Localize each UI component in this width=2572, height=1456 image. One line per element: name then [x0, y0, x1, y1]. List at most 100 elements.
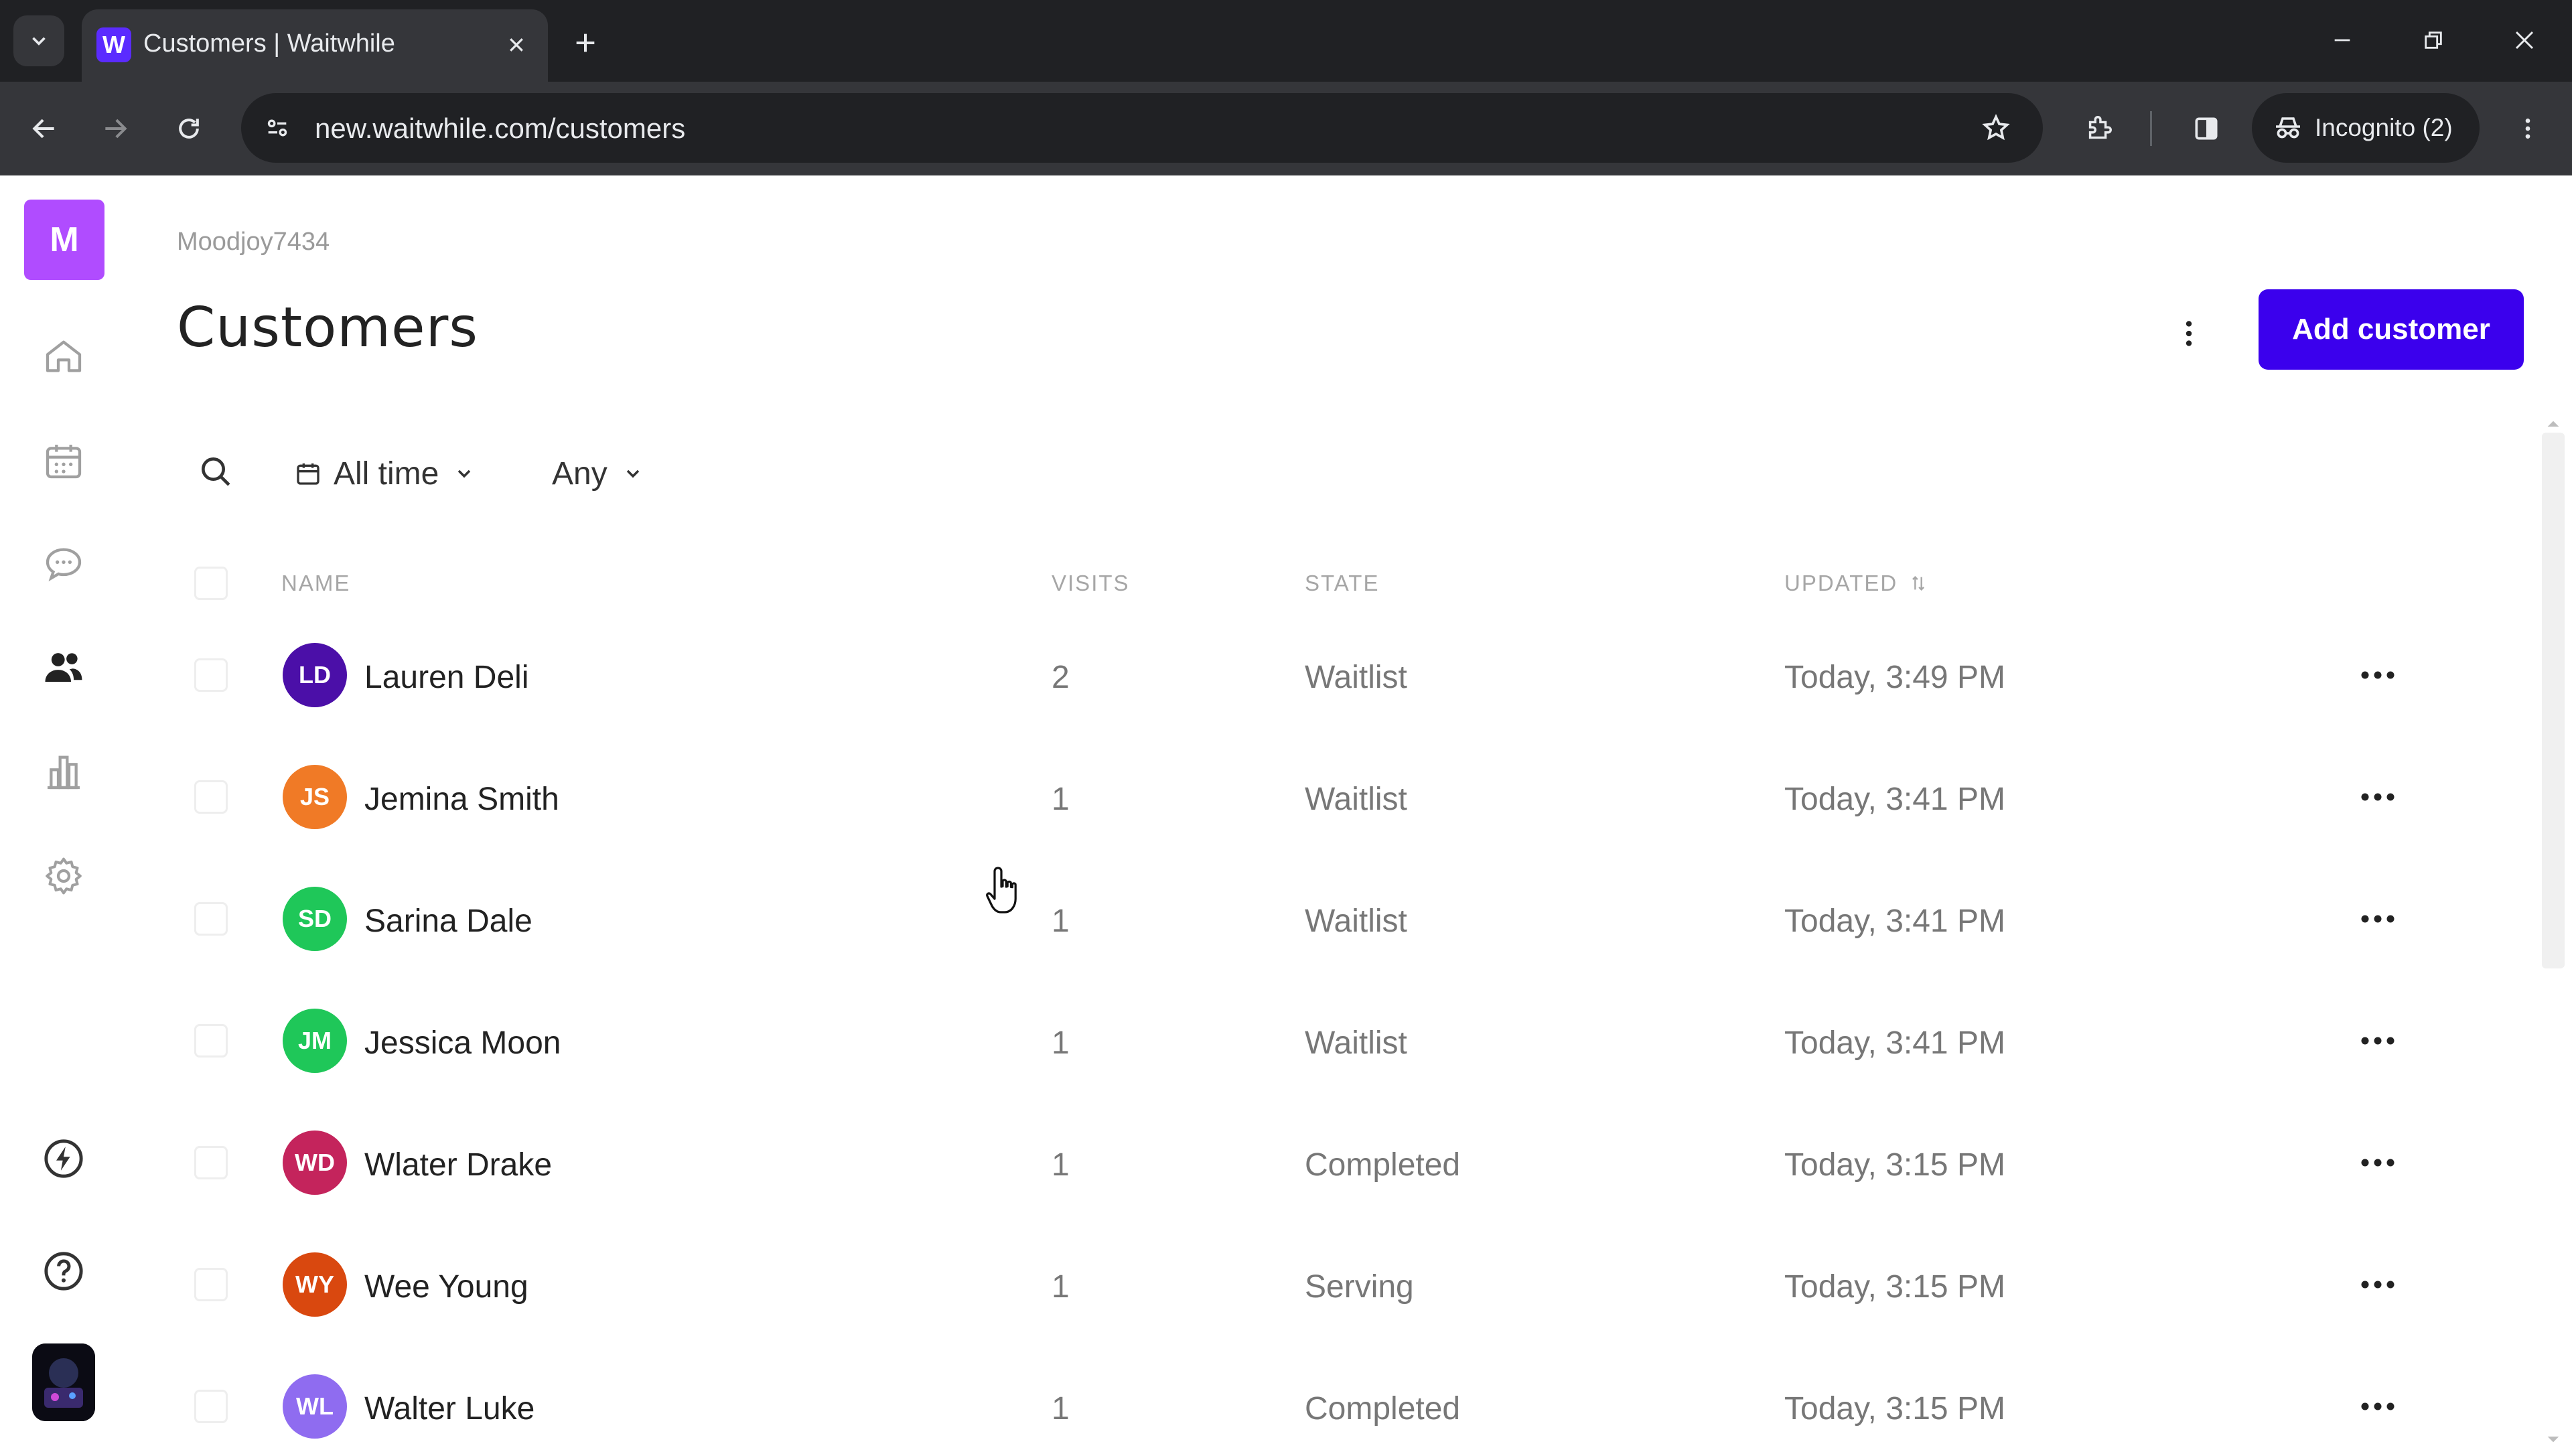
customer-visits: 2 [1052, 660, 1070, 695]
customer-name[interactable]: Walter Luke [364, 1390, 534, 1427]
add-customer-button[interactable]: Add customer [2259, 289, 2524, 370]
row-checkbox[interactable] [194, 1024, 228, 1058]
tab-search-button[interactable] [13, 15, 64, 66]
sidebar-item-messages[interactable] [37, 537, 90, 591]
browser-menu-button[interactable] [2502, 103, 2553, 154]
sidebar-item-home[interactable] [37, 330, 90, 383]
customer-updated: Today, 3:15 PM [1784, 1269, 2005, 1305]
sidebar-item-analytics[interactable] [37, 745, 90, 798]
chevron-down-icon [458, 469, 471, 478]
chevron-down-icon [626, 469, 639, 478]
row-checkbox[interactable] [194, 658, 228, 692]
browser-tab-active[interactable]: W Customers | Waitwhile [82, 9, 548, 82]
customer-name[interactable]: Sarina Dale [364, 903, 532, 940]
site-info-button[interactable] [257, 108, 297, 148]
more-horizontal-icon [2361, 915, 2395, 923]
user-avatar[interactable] [32, 1343, 95, 1421]
table-row[interactable]: JS Jemina Smith 1 Waitlist Today, 3:41 PM [194, 739, 2472, 847]
customer-state: Waitlist [1305, 903, 1407, 939]
row-more-button[interactable] [2351, 777, 2405, 817]
workspace-badge[interactable]: M [24, 200, 104, 280]
arrow-left-icon [32, 119, 54, 139]
customer-updated: Today, 3:49 PM [1784, 660, 2005, 695]
column-header-visits[interactable]: VISITS [1052, 571, 1130, 596]
table-row[interactable]: SD Sarina Dale 1 Waitlist Today, 3:41 PM [194, 861, 2472, 968]
column-header-updated[interactable]: UPDATED [1784, 571, 1928, 596]
table-row[interactable]: WL Walter Luke 1 Completed Today, 3:15 PM [194, 1349, 2472, 1456]
bookmark-button[interactable] [1976, 108, 2016, 148]
sidebar: M [0, 175, 127, 1447]
row-more-button[interactable] [2351, 655, 2405, 695]
state-filter-dropdown[interactable]: Any [552, 450, 644, 497]
sidebar-item-help[interactable] [37, 1244, 90, 1298]
customer-updated: Today, 3:15 PM [1784, 1391, 2005, 1427]
more-horizontal-icon [2361, 793, 2395, 801]
extensions-button[interactable] [2074, 103, 2125, 154]
table-row[interactable]: LD Lauren Deli 2 Waitlist Today, 3:49 PM [194, 617, 2472, 725]
scroll-down-arrow-icon [2547, 1437, 2559, 1443]
date-filter-dropdown[interactable]: All time [295, 450, 475, 497]
incognito-indicator[interactable]: Incognito (2) [2252, 93, 2480, 163]
customer-visits: 1 [1052, 903, 1070, 939]
customer-avatar: WY [283, 1252, 347, 1317]
close-window-button[interactable] [2494, 15, 2555, 66]
row-more-button[interactable] [2351, 1021, 2405, 1061]
row-checkbox[interactable] [194, 1146, 228, 1179]
row-checkbox[interactable] [194, 1390, 228, 1423]
row-checkbox[interactable] [194, 780, 228, 814]
minimize-icon [2334, 39, 2350, 42]
tab-close-button[interactable] [497, 25, 536, 64]
more-horizontal-icon [2361, 1159, 2395, 1167]
customer-avatar: WD [283, 1131, 347, 1195]
scrollbar-thumb[interactable] [2542, 433, 2565, 968]
forward-button[interactable] [90, 103, 141, 154]
more-horizontal-icon [2361, 1037, 2395, 1045]
table-row[interactable]: WD Wlater Drake 1 Completed Today, 3:15 PM [194, 1105, 2472, 1212]
customer-name[interactable]: Jessica Moon [364, 1025, 561, 1062]
column-header-updated-label: UPDATED [1784, 571, 1898, 595]
column-header-state[interactable]: STATE [1305, 571, 1379, 596]
table-row[interactable]: JM Jessica Moon 1 Waitlist Today, 3:41 PM [194, 983, 2472, 1090]
row-checkbox[interactable] [194, 902, 228, 936]
minimize-button[interactable] [2312, 15, 2372, 66]
customer-name[interactable]: Lauren Deli [364, 659, 528, 696]
sidebar-item-settings[interactable] [37, 849, 90, 903]
customer-avatar: LD [283, 643, 347, 707]
back-button[interactable] [19, 103, 70, 154]
close-icon [510, 38, 523, 52]
chat-icon [46, 548, 82, 582]
select-all-checkbox[interactable] [194, 567, 228, 600]
customer-visits: 1 [1052, 1269, 1070, 1305]
column-header-name[interactable]: NAME [281, 571, 350, 596]
restore-button[interactable] [2403, 15, 2463, 66]
address-bar[interactable]: new.waitwhile.com/customers [241, 93, 2043, 163]
side-panel-button[interactable] [2181, 103, 2232, 154]
table-row[interactable]: WY Wee Young 1 Serving Today, 3:15 PM [194, 1227, 2472, 1334]
row-more-button[interactable] [2351, 1143, 2405, 1183]
app-content: M Moodjoy7434 Customers Add customer All… [0, 175, 2572, 1447]
row-checkbox[interactable] [194, 1268, 228, 1301]
customer-name[interactable]: Wee Young [364, 1268, 528, 1305]
new-tab-button[interactable] [563, 20, 608, 66]
sidebar-item-whats-new[interactable] [37, 1132, 90, 1185]
gear-icon [46, 857, 82, 895]
row-more-button[interactable] [2351, 899, 2405, 939]
more-options-button[interactable] [2162, 307, 2216, 360]
sidebar-item-customers[interactable] [37, 640, 90, 694]
reload-icon [179, 119, 199, 139]
row-more-button[interactable] [2351, 1264, 2405, 1305]
more-horizontal-icon [2361, 1402, 2395, 1410]
toolbar-divider [2150, 111, 2152, 146]
close-icon [2515, 31, 2534, 50]
incognito-icon [2276, 117, 2300, 139]
url-text: new.waitwhile.com/customers [315, 113, 686, 144]
reload-button[interactable] [163, 103, 214, 154]
customer-name[interactable]: Wlater Drake [364, 1147, 552, 1183]
restore-icon [2425, 31, 2442, 49]
sidebar-item-calendar[interactable] [37, 434, 90, 488]
chevron-down-icon [32, 37, 46, 46]
customer-state: Waitlist [1305, 782, 1407, 817]
row-more-button[interactable] [2351, 1386, 2405, 1427]
customer-name[interactable]: Jemina Smith [364, 781, 559, 818]
search-button[interactable] [189, 445, 242, 498]
